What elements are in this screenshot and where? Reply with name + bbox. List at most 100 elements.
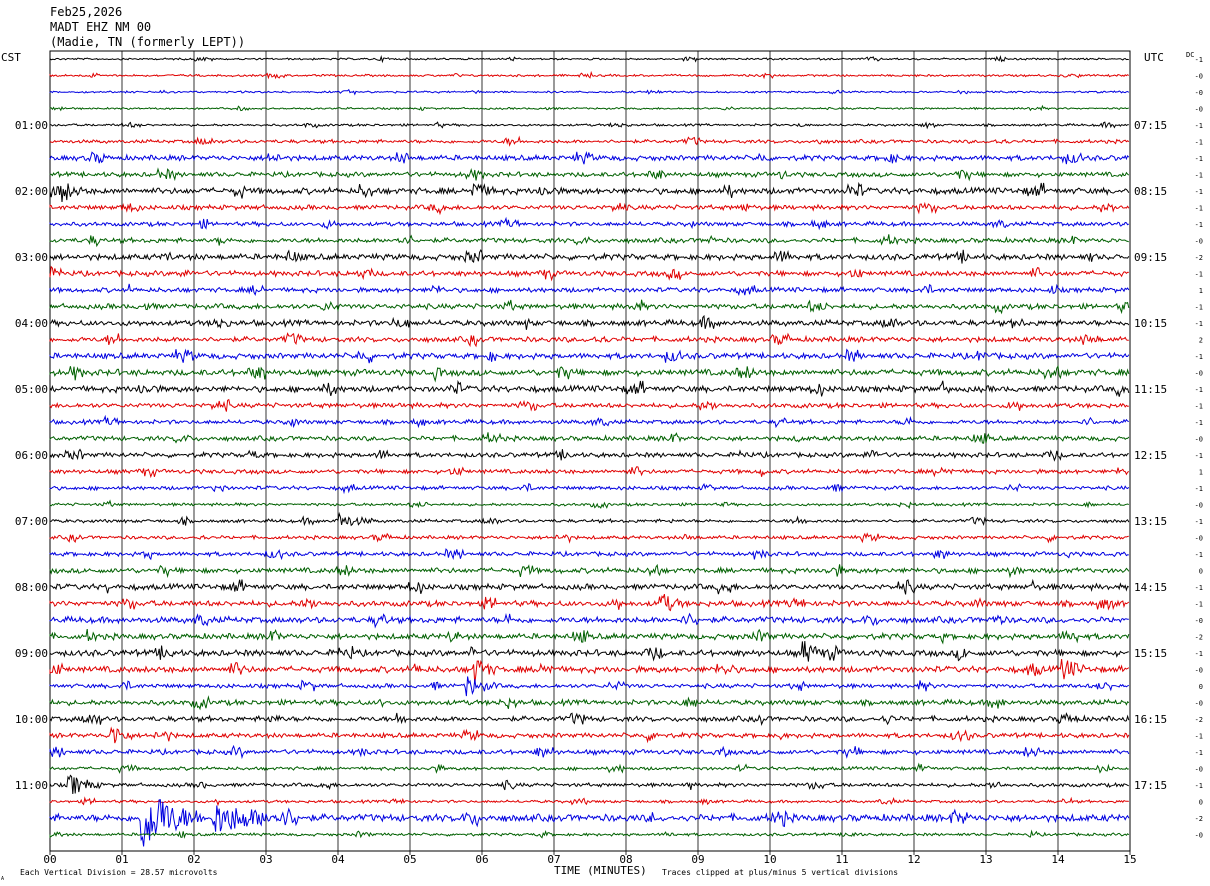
dc-offset-label: -1 — [1195, 403, 1203, 411]
dc-offset-label: -0 — [1195, 700, 1203, 708]
trace-line — [49, 248, 1130, 264]
x-tick-label: 12 — [907, 853, 920, 866]
dc-offset-label: -0 — [1195, 535, 1203, 543]
x-tick-label: 06 — [475, 853, 488, 866]
trace-line — [49, 641, 1129, 662]
left-hour-label: 10:00 — [15, 713, 48, 726]
left-hour-label: 02:00 — [15, 185, 48, 198]
trace-line — [49, 88, 1130, 96]
right-hour-label: 16:15 — [1134, 713, 1167, 726]
trace-line — [49, 348, 1130, 364]
dc-offset-label: -0 — [1195, 106, 1203, 114]
x-tick-label: 15 — [1123, 853, 1136, 866]
dc-offset-label: -1 — [1195, 733, 1203, 741]
trace-line — [49, 612, 1129, 629]
x-tick-label: 05 — [403, 853, 416, 866]
trace-line — [49, 432, 1130, 444]
axis-labels: 00 01 02 03 04 05 06 07 08 09 10 11 12 13 14 15-1-0-0-0… — [15, 56, 1203, 866]
trace-line — [49, 299, 1130, 315]
trace-line — [49, 829, 1130, 839]
left-hour-label: 09:00 — [15, 647, 48, 660]
dc-offset-label: -1 — [1195, 320, 1203, 328]
chart-grid — [49, 50, 1131, 855]
dc-offset-label: -0 — [1195, 667, 1203, 675]
trace-line — [49, 511, 1130, 527]
right-hour-label: 11:15 — [1134, 383, 1167, 396]
dc-offset-label: -1 — [1195, 188, 1203, 196]
clip-note: Traces clipped at plus/minus 5 vertical … — [662, 868, 898, 877]
dc-offset-label: -1 — [1195, 221, 1203, 229]
left-hour-label: 04:00 — [15, 317, 48, 330]
dc-offset-label: -1 — [1195, 419, 1203, 427]
dc-offset-label: -2 — [1195, 716, 1203, 724]
helicorder-chart: 00 01 02 03 04 05 06 07 08 09 10 11 12 13 14 15-1-0-0-0… — [1, 5, 1203, 882]
plot-frame — [49, 50, 1131, 852]
trace-line — [49, 167, 1130, 182]
right-hour-label: 10:15 — [1134, 317, 1167, 330]
dc-offset-label: -0 — [1195, 238, 1203, 246]
trace-line — [49, 216, 1130, 231]
x-tick-label: 00 — [43, 853, 56, 866]
header-date: Feb25,2026 — [50, 5, 122, 19]
trace-line — [49, 774, 1129, 795]
trace-line — [49, 695, 1130, 711]
x-tick-label: 09 — [691, 853, 704, 866]
x-tick-label: 14 — [1051, 853, 1065, 866]
trace-line — [49, 448, 1129, 462]
trace-line — [49, 201, 1130, 216]
trace-line — [49, 548, 1129, 561]
x-tick-label: 10 — [763, 853, 776, 866]
left-hour-label: 08:00 — [15, 581, 48, 594]
x-axis-title: TIME (MINUTES) — [554, 864, 647, 877]
left-hour-label: 06:00 — [15, 449, 48, 462]
header-location: (Madie, TN (formerly LEPT)) — [50, 35, 245, 49]
dc-offset-label: 1 — [1199, 469, 1203, 477]
dc-offset-label: -1 — [1195, 782, 1203, 790]
right-hour-label: 14:15 — [1134, 581, 1167, 594]
dc-offset-label: -0 — [1195, 617, 1203, 625]
dc-offset-label: -1 — [1195, 271, 1203, 279]
trace-line — [49, 659, 1130, 685]
dc-offset-label: -1 — [1195, 485, 1203, 493]
right-hour-label: 12:15 — [1134, 449, 1167, 462]
trace-line — [49, 744, 1130, 760]
trace-line — [49, 55, 1129, 64]
x-tick-label: 11 — [835, 853, 848, 866]
trace-line — [49, 628, 1130, 645]
right-hour-label: 17:15 — [1134, 779, 1167, 792]
x-tick-label: 02 — [187, 853, 200, 866]
trace-line — [49, 593, 1130, 612]
right-hour-label: 08:15 — [1134, 185, 1167, 198]
trace-line — [49, 712, 1130, 727]
dc-offset-label: -1 — [1195, 139, 1203, 147]
dc-offset-label: 0 — [1199, 683, 1203, 691]
trace-line — [49, 121, 1129, 130]
trace-line — [49, 234, 1129, 248]
header-station: MADT EHZ NM 00 — [50, 20, 151, 34]
dc-offset-label: -1 — [1195, 386, 1203, 394]
trace-line — [49, 283, 1130, 297]
dc-offset-label: -0 — [1195, 436, 1203, 444]
trace-line — [49, 796, 1129, 807]
trace-line — [49, 762, 1129, 774]
trace-line — [49, 364, 1130, 383]
trace-line — [49, 314, 1130, 330]
scale-note: Each Vertical Division = 28.57 microvolt… — [20, 868, 218, 877]
right-hour-label: 07:15 — [1134, 119, 1167, 132]
right-timezone-label: UTC — [1144, 51, 1164, 64]
dc-label: DC — [1186, 51, 1194, 59]
x-tick-label: 13 — [979, 853, 992, 866]
dc-offset-label: -2 — [1195, 634, 1203, 642]
dc-offset-label: -1 — [1195, 584, 1203, 592]
dc-offset-label: -0 — [1195, 73, 1203, 81]
dc-offset-label: 0 — [1199, 568, 1203, 576]
trace-line — [49, 181, 1130, 203]
dc-offset-label: -1 — [1195, 601, 1203, 609]
trace-line — [49, 466, 1130, 479]
trace-line — [49, 532, 1129, 544]
dc-offset-label: -1 — [1195, 518, 1203, 526]
dc-offset-label: -0 — [1195, 370, 1203, 378]
trace-line — [49, 499, 1130, 510]
dc-offset-label: -1 — [1195, 551, 1203, 559]
dc-offset-label: -1 — [1195, 749, 1203, 757]
